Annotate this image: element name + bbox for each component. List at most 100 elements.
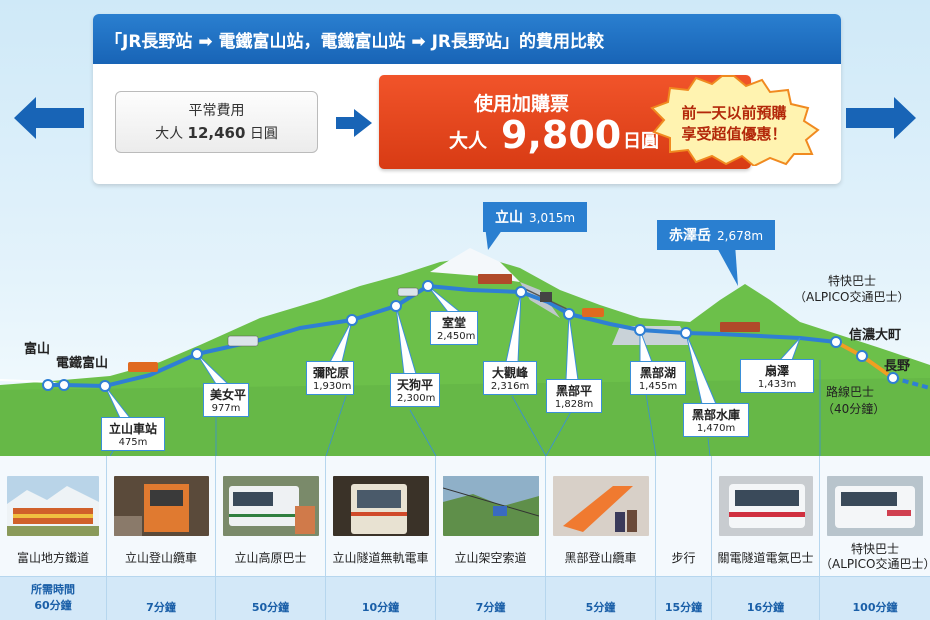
time-cell: 16分鐘 (712, 576, 820, 620)
time-cell: 100分鐘 (820, 576, 930, 620)
station-name: 室堂 (441, 316, 466, 330)
transport-cell: 關電隧道電氣巴士 (712, 456, 820, 576)
transport-cell: 步行 (656, 456, 712, 576)
highland-bus-photo (223, 476, 319, 536)
time-value: 7分鐘 (475, 601, 506, 614)
transport-label: 特快巴士 （ALPICO交通巴士） (820, 542, 930, 572)
transport-cell: 立山隧道無軌電車 (326, 456, 436, 576)
transport-label: 立山高原巴士 (234, 551, 307, 565)
transport-label: 立山隧道無軌電車 (332, 551, 429, 565)
station-elevation: 2,450m (437, 331, 476, 342)
akazawa-pointer (715, 244, 738, 286)
transport-cell: 立山登山纜車 (107, 456, 216, 576)
route-bus-label: 路線巴士 (826, 385, 875, 399)
station-tengudaira: 天狗平 2,300m (390, 373, 440, 407)
station-name: 黑部湖 (639, 366, 676, 380)
tateyama-cablecar-photo (114, 476, 209, 536)
kurobe-cablecar-photo (553, 476, 649, 536)
transport-cell: 立山架空索道 (436, 456, 546, 576)
city-dentetsu-toyama: 電鐵富山 (56, 356, 109, 371)
time-cell: 50分鐘 (216, 576, 326, 620)
station-kurobeko: 黑部湖 1,455m (630, 361, 686, 395)
time-cell: 5分鐘 (546, 576, 656, 620)
alpico-label: （ALPICO交通巴士） (794, 290, 910, 304)
time-value: 7分鐘 (146, 601, 176, 614)
peak-name: 赤澤岳 (669, 228, 711, 244)
cablecar-icon (227, 335, 259, 347)
transport-cell: 特快巴士 （ALPICO交通巴士） (820, 456, 930, 576)
transport-label: 立山登山纜車 (124, 551, 197, 565)
time-cell: 所需時間 60分鐘 (0, 576, 107, 620)
transport-cell: 富山地方鐵道 (0, 456, 107, 576)
station-name: 立山車站 (108, 422, 157, 436)
time-value: 10分鐘 (361, 601, 400, 614)
route-bus-time: （40分鐘） (822, 402, 886, 416)
station-midagahara: 彌陀原 1,930m (306, 361, 354, 395)
peak-tateyama: 立山 3,015m (483, 202, 588, 232)
station-daikanbo: 大觀峰 2,316m (483, 361, 537, 395)
toyama-railway-photo (7, 476, 99, 536)
station-murodo: 室堂 2,450m (430, 311, 478, 345)
station-elevation: 1,433m (757, 379, 797, 390)
peak-elevation: 2,678m (717, 229, 764, 243)
station-kurobe-dam: 黑部水庫 1,470m (683, 403, 749, 437)
time-title: 所需時間 (31, 583, 75, 596)
transport-label: 富山地方鐵道 (16, 551, 89, 565)
station-elevation: 2,300m (397, 393, 436, 404)
transport-cell: 黑部登山纜車 (546, 456, 656, 576)
time-value: 5分鐘 (585, 601, 616, 614)
station-elevation: 1,455m (638, 381, 678, 392)
station-ogizawa: 扇澤 1,433m (740, 359, 814, 393)
station-elevation: 1,828m (554, 399, 594, 410)
peak-elevation: 3,015m (529, 211, 576, 225)
station-elevation: 1,470m (696, 423, 736, 434)
express-bus-photo (827, 476, 923, 536)
transport-label-line-2: （ALPICO交通巴士） (820, 557, 930, 571)
time-value: 所需時間 60分鐘 (0, 582, 106, 614)
station-name: 大觀峰 (491, 366, 528, 380)
kurobe-cable-icon (582, 308, 604, 317)
time-cell: 15分鐘 (656, 576, 712, 620)
station-name: 美女平 (210, 388, 247, 402)
station-name: 彌陀原 (313, 366, 350, 380)
station-elevation: 475m (118, 437, 148, 448)
station-elevation: 1,930m (313, 381, 352, 392)
city-nagano: 長野 (884, 359, 911, 374)
transport-panel: 富山地方鐵道 立山登山纜車 立山高原巴士 立山隧道無軌電車 立山架空索道 黑部登… (0, 456, 930, 620)
station-elevation: 977m (211, 403, 241, 414)
time-cell: 7分鐘 (107, 576, 216, 620)
ropeway-photo (443, 476, 539, 536)
train-icon (128, 362, 158, 372)
transport-label: 黑部登山纜車 (564, 551, 637, 565)
peak-akazawadake: 赤澤岳 2,678m (657, 220, 776, 250)
station-elevation: 2,316m (490, 381, 530, 392)
time-value: 100分鐘 (852, 601, 898, 614)
transport-cell: 立山高原巴士 (216, 456, 326, 576)
city-shinano-omachi: 信濃大町 (849, 328, 902, 343)
transport-label: 步行 (671, 551, 696, 565)
time-cell: 10分鐘 (326, 576, 436, 620)
city-toyama: 富山 (24, 342, 51, 357)
station-bijodaira: 美女平 977m (203, 383, 249, 417)
station-name: 黑部水庫 (691, 408, 740, 422)
transport-label-line-1: 特快巴士 (850, 542, 899, 556)
highland-bus-icon (397, 287, 419, 297)
time-cell: 7分鐘 (436, 576, 546, 620)
electric-bus-photo (719, 476, 813, 536)
route-illustration: 「JR長野站 ➡ 電鐵富山站，電鐵富山站 ➡ JR長野站」的費用比較 平常費用 … (0, 0, 930, 620)
express-bus-label: 特快巴士 (828, 274, 877, 288)
ogizawa-building-icon (720, 322, 760, 332)
ropeway-car-icon (540, 292, 552, 302)
peak-name: 立山 (495, 210, 523, 226)
time-value: 16分鐘 (746, 601, 785, 614)
transport-label: 立山架空索道 (454, 551, 527, 565)
time-value: 50分鐘 (251, 601, 290, 614)
transport-label: 關電隧道電氣巴士 (717, 551, 814, 565)
station-name: 天狗平 (397, 378, 434, 392)
time-value: 15分鐘 (664, 601, 703, 614)
time-text: 60分鐘 (34, 599, 72, 612)
station-name: 扇澤 (764, 364, 789, 378)
trolley-bus-photo (333, 476, 429, 536)
murodo-building-icon (478, 274, 512, 284)
station-name: 黑部平 (555, 384, 592, 398)
